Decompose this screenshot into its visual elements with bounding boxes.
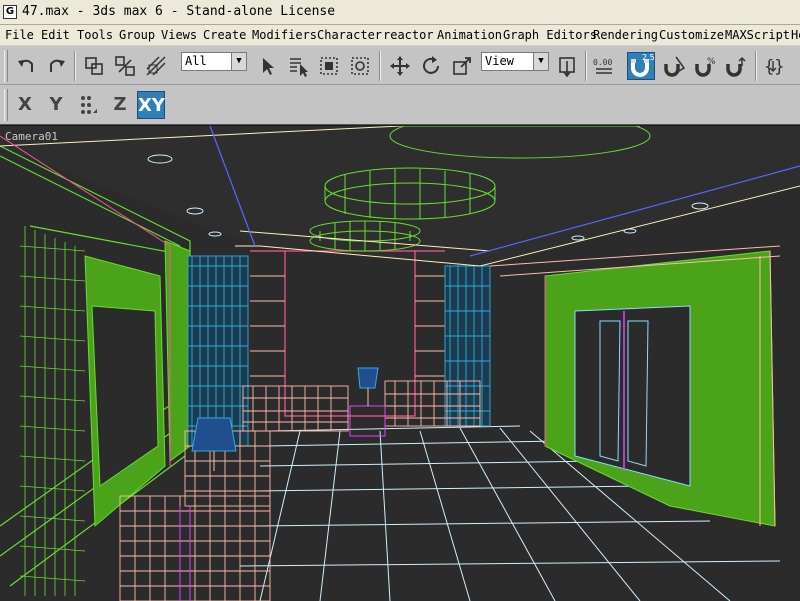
title-bar: G 47.max - 3ds max 6 - Stand-alone Licen… bbox=[0, 0, 800, 25]
axis-z-button[interactable]: Z bbox=[106, 91, 134, 119]
separator bbox=[755, 51, 757, 81]
mirror-icon[interactable] bbox=[722, 52, 750, 80]
menu-tools[interactable]: Tools bbox=[77, 28, 113, 42]
chevron-down-icon: ▼ bbox=[533, 53, 548, 70]
percent-snap-icon[interactable]: % bbox=[691, 52, 719, 80]
link-icon[interactable] bbox=[80, 52, 108, 80]
separator bbox=[379, 51, 381, 81]
spinner-snap-icon[interactable]: 0.00 bbox=[590, 52, 618, 80]
toolbar-grip[interactable] bbox=[4, 50, 8, 82]
bind-space-warp-icon[interactable] bbox=[142, 52, 170, 80]
menu-graph-editors[interactable]: Graph Editors bbox=[503, 28, 597, 42]
menu-bar: File Edit Tools Group Views Create Modif… bbox=[0, 25, 800, 46]
redo-icon[interactable] bbox=[43, 52, 71, 80]
app-logo-icon[interactable]: G bbox=[3, 5, 17, 19]
separator bbox=[74, 51, 76, 81]
menu-edit[interactable]: Edit bbox=[41, 28, 70, 42]
separator bbox=[585, 51, 587, 81]
reference-coord-value: View bbox=[485, 54, 514, 68]
camera-viewport[interactable]: Camera01 bbox=[0, 125, 800, 601]
rotate-icon[interactable] bbox=[417, 52, 445, 80]
wireframe-scene bbox=[0, 126, 800, 601]
menu-maxscript[interactable]: MAXScript bbox=[725, 28, 790, 42]
selection-filter-dropdown[interactable]: All ▼ bbox=[181, 52, 247, 71]
svg-text:{}: {} bbox=[764, 57, 784, 77]
toolbar-grip[interactable] bbox=[4, 89, 8, 121]
snap-toggle-icon[interactable]: 2.5 bbox=[627, 52, 655, 80]
undo-icon[interactable] bbox=[12, 52, 40, 80]
window-title: 47.max - 3ds max 6 - Stand-alone License bbox=[22, 4, 336, 19]
axis-x-button[interactable]: X bbox=[11, 91, 39, 119]
reference-coord-dropdown[interactable]: View ▼ bbox=[481, 52, 549, 71]
spinner-snap-label: 0.00 bbox=[593, 58, 612, 67]
menu-rendering[interactable]: Rendering bbox=[593, 28, 658, 42]
rect-selection-region-icon[interactable] bbox=[315, 52, 343, 80]
main-toolbar: All ▼ View ▼ 0.00 2.5 % {} bbox=[0, 46, 800, 85]
chevron-down-icon: ▼ bbox=[231, 53, 246, 70]
viewport-label[interactable]: Camera01 bbox=[5, 130, 58, 143]
window-crossing-icon[interactable] bbox=[346, 52, 374, 80]
unlink-icon[interactable] bbox=[111, 52, 139, 80]
menu-customize[interactable]: Customize bbox=[659, 28, 724, 42]
menu-modifiers[interactable]: Modifiers bbox=[252, 28, 317, 42]
axis-flyout-icon[interactable] bbox=[74, 91, 102, 119]
menu-group[interactable]: Group bbox=[119, 28, 155, 42]
svg-text:%: % bbox=[707, 57, 716, 67]
selection-filter-value: All bbox=[185, 54, 207, 68]
menu-reactor[interactable]: reactor bbox=[383, 28, 434, 42]
move-icon[interactable] bbox=[386, 52, 414, 80]
menu-file[interactable]: File bbox=[5, 28, 34, 42]
select-by-name-icon[interactable] bbox=[284, 52, 312, 80]
menu-character[interactable]: Character bbox=[317, 28, 382, 42]
menu-create[interactable]: Create bbox=[203, 28, 246, 42]
menu-help[interactable]: He bbox=[791, 28, 800, 42]
pivot-center-icon[interactable] bbox=[553, 52, 581, 80]
select-object-icon[interactable] bbox=[253, 52, 281, 80]
scale-icon[interactable] bbox=[448, 52, 476, 80]
angle-snap-icon[interactable] bbox=[660, 52, 688, 80]
snap-value: 2.5 bbox=[642, 53, 654, 62]
menu-animation[interactable]: Animation bbox=[437, 28, 502, 42]
named-selection-icon[interactable]: {} bbox=[761, 52, 789, 80]
axis-xy-button[interactable]: XY bbox=[137, 91, 165, 119]
axis-y-button[interactable]: Y bbox=[42, 91, 70, 119]
menu-views[interactable]: Views bbox=[161, 28, 197, 42]
axis-constraints-toolbar: X Y Z XY bbox=[0, 85, 800, 125]
